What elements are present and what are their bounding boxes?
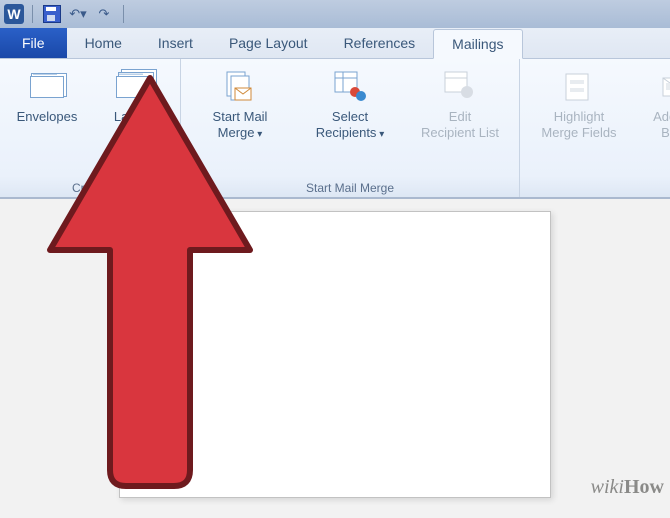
button-label: Labels [114, 109, 152, 125]
button-label: Merge [218, 125, 263, 141]
address-block-icon [659, 69, 670, 105]
tab-page-layout[interactable]: Page Layout [211, 28, 326, 58]
group-write-insert: Highlight Merge Fields Address Block [520, 59, 670, 197]
undo-icon: ↶▾ [69, 6, 86, 22]
undo-button[interactable]: ↶▾ [67, 3, 89, 25]
save-icon [43, 5, 61, 23]
qat-separator-2 [123, 5, 124, 23]
button-label: Edit [449, 109, 471, 125]
button-label: Select [332, 109, 368, 125]
document-page[interactable] [119, 211, 551, 498]
recipients-icon [332, 69, 368, 105]
edit-recipient-icon [442, 69, 478, 105]
highlight-icon [561, 69, 597, 105]
tab-label: Insert [158, 35, 193, 51]
button-label: Block [661, 125, 670, 141]
button-label: Highlight [554, 109, 605, 125]
tab-label: Mailings [452, 36, 503, 52]
start-mail-merge-icon [222, 69, 258, 105]
button-label: Address [653, 109, 670, 125]
save-button[interactable] [41, 3, 63, 25]
button-label: Recipient List [421, 125, 499, 141]
redo-icon: ↷ [99, 6, 110, 22]
watermark-prefix: wiki [591, 476, 624, 498]
word-app-icon: W [4, 4, 24, 24]
labels-icon [115, 69, 151, 105]
tab-label: Home [85, 35, 122, 51]
envelope-icon [29, 69, 65, 105]
tab-label: Page Layout [229, 35, 308, 51]
button-label: Envelopes [17, 109, 78, 125]
document-area[interactable] [0, 199, 670, 518]
ribbon: Envelopes Labels Create Start Mail Merge [0, 59, 670, 199]
envelopes-button[interactable]: Envelopes [10, 65, 84, 129]
file-tab[interactable]: File [0, 28, 67, 58]
group-create: Envelopes Labels Create [0, 59, 181, 197]
group-label: Start Mail Merge [306, 181, 394, 195]
group-label: Create [72, 181, 108, 195]
tab-references[interactable]: References [326, 28, 434, 58]
qat-separator [32, 5, 33, 23]
tab-home[interactable]: Home [67, 28, 140, 58]
button-label: Merge Fields [541, 125, 616, 141]
highlight-merge-fields-button: Highlight Merge Fields [530, 65, 628, 144]
group-start-mail-merge: Start Mail Merge Select Recipients Edit … [181, 59, 520, 197]
tab-insert[interactable]: Insert [140, 28, 211, 58]
labels-button[interactable]: Labels [96, 65, 170, 129]
file-tab-label: File [22, 35, 45, 51]
select-recipients-button[interactable]: Select Recipients [301, 65, 399, 145]
edit-recipient-list-button: Edit Recipient List [411, 65, 509, 144]
watermark-suffix: How [624, 476, 664, 498]
app-letter: W [7, 6, 20, 22]
address-block-button: Address Block [640, 65, 670, 144]
tab-mailings[interactable]: Mailings [433, 29, 522, 59]
tab-label: References [344, 35, 416, 51]
ribbon-tabs: File Home Insert Page Layout References … [0, 28, 670, 59]
redo-button[interactable]: ↷ [93, 3, 115, 25]
start-mail-merge-button[interactable]: Start Mail Merge [191, 65, 289, 145]
button-label: Recipients [316, 125, 385, 141]
watermark: wikiHow [591, 476, 664, 499]
button-label: Start Mail [213, 109, 268, 125]
title-bar: W ↶▾ ↷ [0, 0, 670, 28]
